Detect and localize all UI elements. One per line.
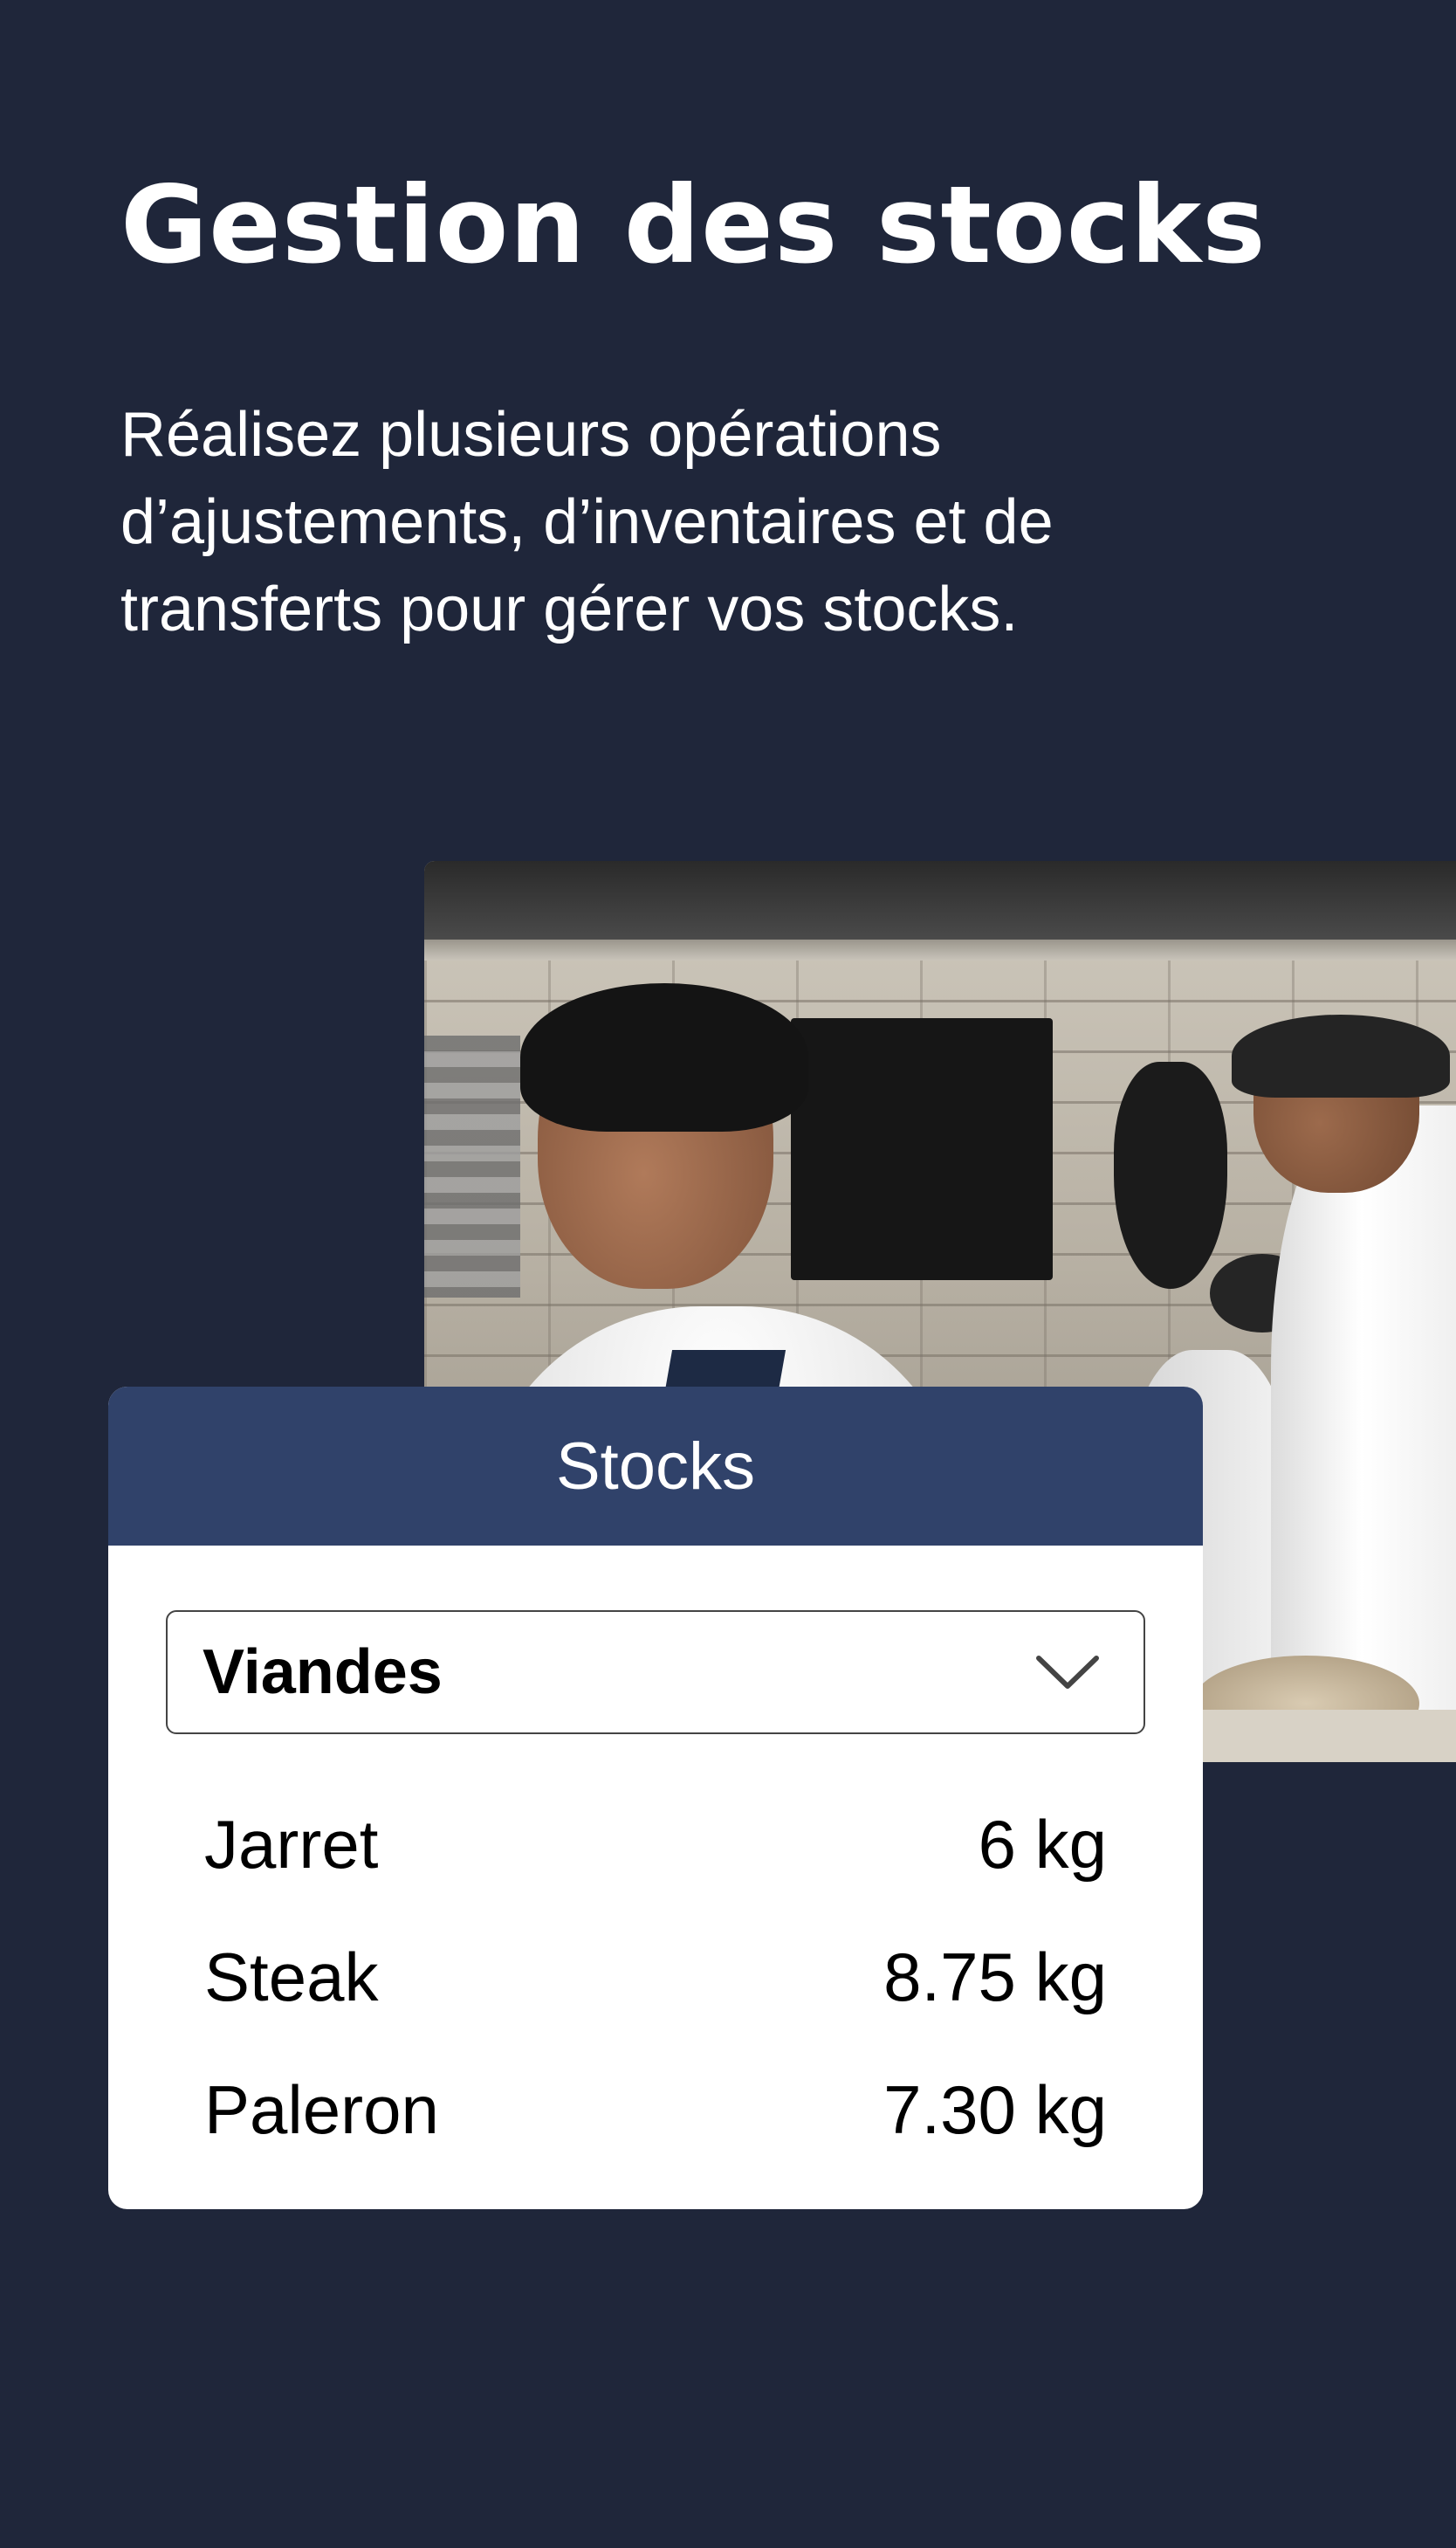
photo-pans: [424, 1036, 520, 1298]
photo-hanging-utensils: [1114, 1062, 1227, 1289]
photo-chef-left-hair: [520, 983, 808, 1132]
stock-item[interactable]: Paleron 7.30 kg: [166, 2043, 1145, 2176]
stock-item-quantity: 6 kg: [978, 1805, 1107, 1883]
chevron-down-icon[interactable]: [1035, 1653, 1100, 1691]
page-subtitle: Réalisez plusieurs opérations d’ajusteme…: [120, 400, 1054, 644]
stock-list: Jarret 6 kg Steak 8.75 kg Paleron 7.30 k…: [166, 1778, 1145, 2176]
stocks-card-body: Viandes Jarret 6 kg Steak 8.75 kg Palero…: [108, 1546, 1203, 2176]
stock-item[interactable]: Jarret 6 kg: [166, 1778, 1145, 1911]
stock-item-name: Paleron: [204, 2070, 439, 2148]
page-title: Gestion des stocks: [120, 163, 1267, 287]
category-dropdown-value: Viandes: [203, 1637, 443, 1707]
photo-hood: [424, 861, 1456, 940]
photo-shelf: [791, 1018, 1053, 1280]
app-screen: Gestion des stocks Réalisez plusieurs op…: [0, 0, 1456, 2548]
stock-item-quantity: 8.75 kg: [883, 1938, 1107, 2015]
stock-item-quantity: 7.30 kg: [883, 2070, 1107, 2148]
stocks-card: Stocks Viandes Jarret 6 kg Steak 8.75 kg: [108, 1387, 1203, 2209]
stock-item[interactable]: Steak 8.75 kg: [166, 1911, 1145, 2043]
stocks-card-title: Stocks: [555, 1429, 756, 1504]
photo-chef-right-cap: [1232, 1015, 1450, 1098]
stock-item-name: Steak: [204, 1938, 379, 2015]
stocks-card-header: Stocks: [108, 1387, 1203, 1546]
photo-hood-edge: [424, 940, 1456, 961]
category-dropdown[interactable]: Viandes: [166, 1610, 1145, 1734]
stock-item-name: Jarret: [204, 1805, 379, 1883]
